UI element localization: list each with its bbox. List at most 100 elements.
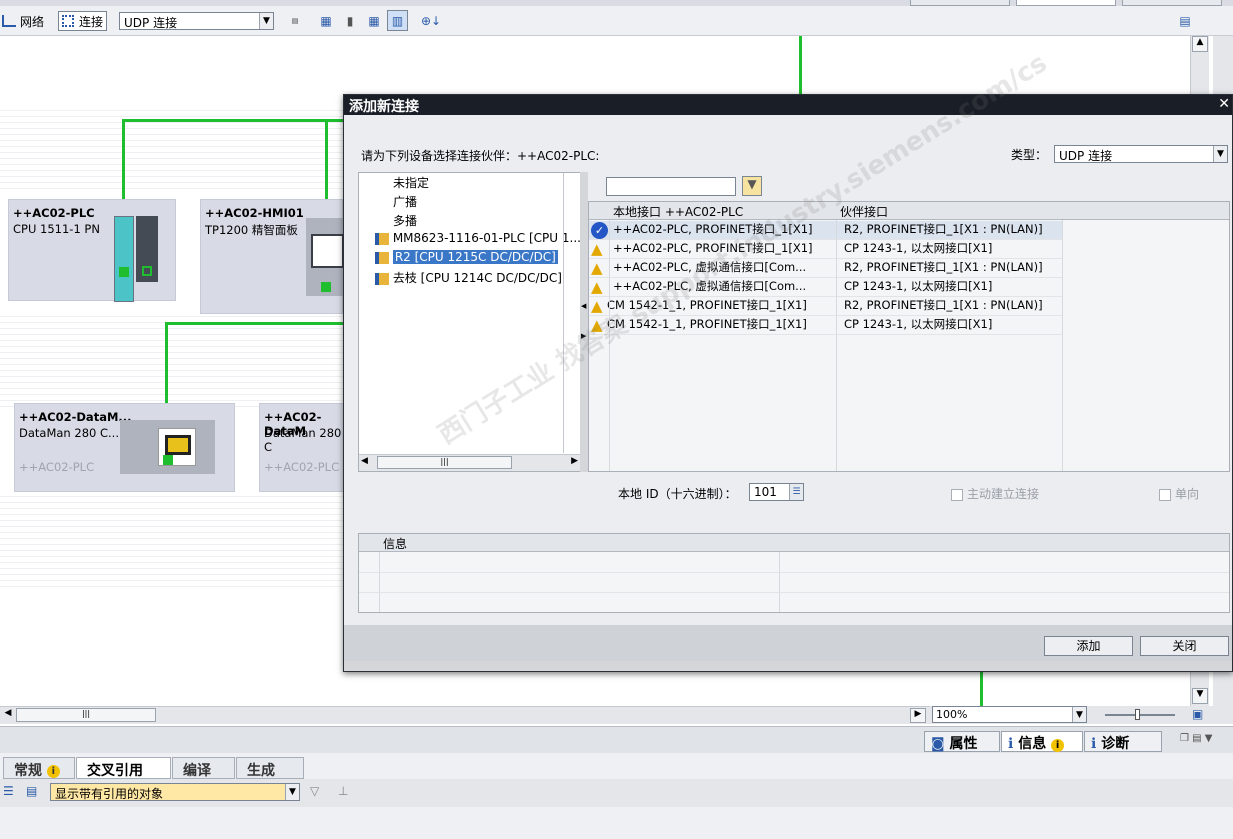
overview-icon[interactable]: ▥ <box>387 10 408 31</box>
check-circle-icon: ✓ <box>591 222 608 239</box>
network-line[interactable] <box>165 322 343 325</box>
tab-label: 交叉引用 <box>87 763 143 779</box>
tab-diagnostics[interactable]: ℹ 诊断 <box>1084 731 1162 752</box>
connection-table[interactable]: 本地接口 ++AC02-PLC 伙伴接口 ✓ ++AC02-PLC, PROFI… <box>588 201 1230 472</box>
tab-crossref[interactable]: 交叉引用 <box>76 757 171 779</box>
info-header-status <box>359 534 379 552</box>
scroll-left-icon[interactable]: ◀ <box>361 456 368 466</box>
dialog-title: 添加新连接 <box>349 99 419 115</box>
device-type: TP1200 精智面板 <box>205 223 298 237</box>
table-header-empty <box>1062 202 1229 220</box>
table-row[interactable]: ✓ ++AC02-PLC, PROFINET接口_1[X1] R2, PROFI… <box>589 221 1062 240</box>
fit-view-icon[interactable]: ▣ <box>1192 707 1206 721</box>
connection-type-value: UDP 连接 <box>124 16 178 30</box>
tab-properties[interactable]: ◙ 属性 <box>924 731 1000 752</box>
local-id-label: 本地 ID（十六进制）： <box>618 487 737 501</box>
add-button[interactable]: 添加 <box>1044 636 1133 656</box>
zoom-slider[interactable] <box>1105 709 1175 720</box>
tree-item-label: 多播 <box>393 214 418 228</box>
tree-horizontal-scrollbar[interactable]: ◀ ||| ▶ <box>359 454 582 471</box>
zoom-value: 100% <box>936 708 968 721</box>
network-line[interactable] <box>980 672 983 706</box>
network-button[interactable]: 网络 <box>2 11 44 31</box>
network-label: 网络 <box>20 14 45 29</box>
device-type: CPU 1511-1 PN <box>13 222 100 236</box>
oneway-checkbox[interactable]: 单向 <box>1159 485 1199 502</box>
scroll-right-icon[interactable]: ▶ <box>571 456 578 466</box>
active-connection-checkbox[interactable]: 主动建立连接 <box>951 485 1039 502</box>
table-row[interactable]: ▲ ++AC02-PLC, PROFINET接口_1[X1] CP 1243-1… <box>589 240 1062 259</box>
grid-icon[interactable]: ▦ <box>364 11 384 31</box>
type-dropdown[interactable]: UDP 连接 ▼ <box>1054 145 1228 163</box>
tab-generate[interactable]: 生成 <box>236 757 304 779</box>
close-icon[interactable]: ✕ <box>1218 96 1230 112</box>
checkbox-label: 单向 <box>1175 487 1200 501</box>
plc-folder-icon <box>375 232 389 245</box>
scroll-up-icon[interactable]: ▲ <box>1192 36 1208 52</box>
show-names-icon[interactable]: ▤ <box>285 11 305 31</box>
tree-item-label: 去枝 [CPU 1214C DC/DC/DC] <box>392 271 562 285</box>
list-icon[interactable]: ☰ <box>3 784 19 800</box>
type-value: UDP 连接 <box>1059 149 1113 163</box>
partner-interface: CP 1243-1, 以太网接口[X1] <box>844 317 993 331</box>
scroll-down-icon[interactable]: ▼ <box>1192 688 1208 704</box>
tree-item-unspecified[interactable]: 未指定 <box>393 174 429 192</box>
close-button[interactable]: 关闭 <box>1140 636 1229 656</box>
tree-item-label: 未指定 <box>393 176 430 190</box>
plc-module-image <box>114 216 134 302</box>
tree-item-device[interactable]: MM8623-1116-01-PLC [CPU 1... <box>375 231 581 249</box>
zoom-icon[interactable]: ⊕↓ <box>416 11 446 31</box>
dataman-image <box>120 420 215 474</box>
warning-icon: ▲ <box>591 278 603 296</box>
tree-item-multicast[interactable]: 多播 <box>393 212 417 230</box>
local-id-input[interactable]: 101 ☰ <box>749 483 804 501</box>
tree-item-device-selected[interactable]: R2 [CPU 1215C DC/DC/DC] <box>375 250 558 268</box>
pin-icon[interactable]: ⊥ <box>338 784 354 800</box>
filter-icon[interactable]: ▼ <box>742 176 762 196</box>
print-icon[interactable]: ▮ <box>340 11 360 31</box>
table-header-status <box>589 202 609 220</box>
checkbox-label: 主动建立连接 <box>967 487 1040 501</box>
scroll-right-icon[interactable]: ▶ <box>910 708 926 723</box>
tab-info[interactable]: ℹ 信息 i <box>1001 731 1083 752</box>
tree-item-broadcast[interactable]: 广播 <box>393 193 417 211</box>
dialog-footer: 添加 关闭 <box>344 625 1232 661</box>
device-plc[interactable]: ++AC02-PLC CPU 1511-1 PN <box>8 199 176 302</box>
tab-compile[interactable]: 编译 <box>172 757 235 779</box>
partner-interface: R2, PROFINET接口_1[X1 : PN(LAN)] <box>844 298 1043 312</box>
filter-icon[interactable]: ▽ <box>310 784 326 800</box>
tree-item-device[interactable]: 去枝 [CPU 1214C DC/DC/DC] <box>375 269 562 287</box>
network-line[interactable] <box>122 119 343 122</box>
connection-button[interactable]: 连接 <box>58 11 108 31</box>
info-badge-icon: i <box>46 764 60 778</box>
filter-input[interactable] <box>606 177 736 196</box>
connection-type-dropdown[interactable]: UDP 连接 ▼ <box>119 12 274 30</box>
tab-label: 生成 <box>247 763 275 779</box>
crossref-filter-dropdown[interactable]: 显示带有引用的对象 ▼ <box>50 783 300 801</box>
tab-general[interactable]: 常规 i <box>3 757 75 779</box>
canvas-horizontal-scrollbar[interactable]: ◀ ||| ▶ <box>0 706 930 724</box>
zoom-dropdown[interactable]: 100% ▼ <box>932 706 1087 723</box>
partner-interface: CP 1243-1, 以太网接口[X1] <box>844 279 993 293</box>
dialog-prompt: 请为下列设备选择连接伙伴：++AC02-PLC: <box>361 149 600 163</box>
network-line[interactable] <box>799 36 802 94</box>
device-dataman-2[interactable]: ++AC02-DataM DataMan 280 C ++AC02-PLC <box>259 403 343 492</box>
scroll-thumb[interactable]: ||| <box>16 708 156 722</box>
zoom-bar: 100% ▼ ▣ <box>930 706 1233 724</box>
device-hmi[interactable]: ++AC02-HMI01 TP1200 精智面板 <box>200 199 344 314</box>
scroll-left-icon[interactable]: ◀ <box>1 708 15 722</box>
table-icon[interactable]: ▤ <box>26 784 42 800</box>
window-controls-icon[interactable]: ❐ ▤ ▼ <box>1180 733 1230 747</box>
panel-icon[interactable]: ▤ <box>1175 11 1195 31</box>
network-toolbar: 网络 连接 UDP 连接 ▼ ▤ ▦ ▮ ▦ ▥ ⊕↓ ▤ <box>0 6 1233 36</box>
info-tab-icon: ℹ <box>1008 736 1014 752</box>
warning-icon: ▲ <box>591 240 603 258</box>
tree-item-label: R2 [CPU 1215C DC/DC/DC] <box>392 250 558 264</box>
layout-icon[interactable]: ▦ <box>316 11 336 31</box>
device-dataman-1[interactable]: ++AC02-DataM... DataMan 280 C... ++AC02-… <box>14 403 235 492</box>
diagnostics-icon: ℹ <box>1091 736 1097 752</box>
tree-item-label: 广播 <box>393 195 418 209</box>
local-id-value: 101 <box>754 485 777 499</box>
list-icon[interactable]: ☰ <box>789 484 803 500</box>
scroll-thumb[interactable]: ||| <box>377 456 512 469</box>
